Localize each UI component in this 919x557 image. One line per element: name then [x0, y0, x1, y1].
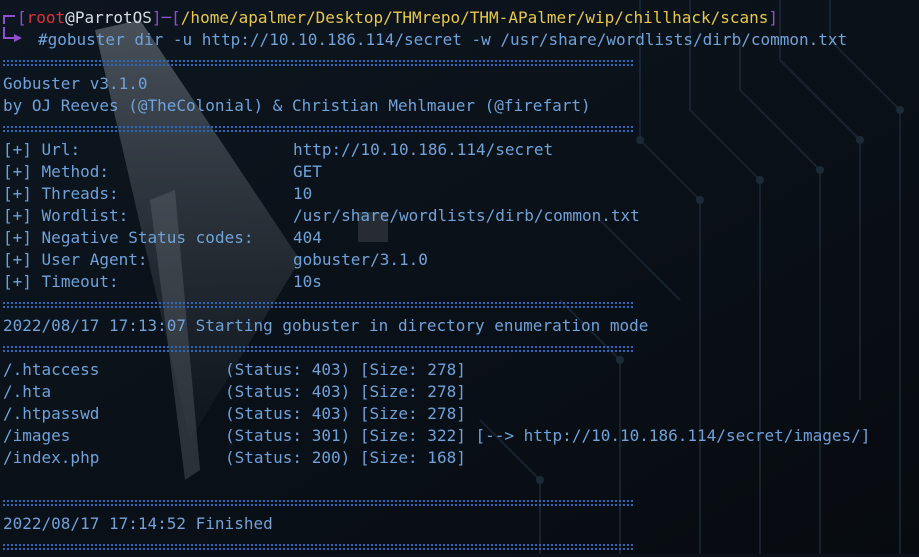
separator	[3, 491, 919, 513]
result-redirect: [--> http://10.10.186.114/secret/images/…	[475, 426, 871, 445]
terminal-output: [root@ParrotOS]─[/home/apalmer/Desktop/T…	[3, 7, 919, 557]
result-size: [Size: 322]	[359, 426, 466, 445]
config-value: gobuster/3.1.0	[293, 250, 428, 269]
result-size: [Size: 278]	[359, 404, 466, 423]
banner-credits: by OJ Reeves (@TheColonial) & Christian …	[3, 96, 591, 115]
result-path: /.hta	[3, 382, 52, 401]
prompt-dash: ─	[161, 8, 172, 27]
result-path: /index.php	[3, 448, 100, 467]
result-status: (Status: 403)	[225, 360, 351, 379]
prompt-host: ParrotOS	[74, 8, 152, 27]
config-row: [+] Timeout: 10s	[3, 272, 322, 291]
config-value: 10s	[293, 272, 322, 291]
result-size: [Size: 278]	[359, 360, 466, 379]
banner-title: Gobuster v3.1.0	[3, 74, 148, 93]
config-row: [+] Negative Status codes: 404	[3, 228, 322, 247]
command-text: #gobuster dir -u http://10.10.186.114/se…	[38, 30, 848, 49]
config-key: Negative Status codes:	[41, 228, 254, 247]
result-row: /index.php (Status: 200) [Size: 168]	[3, 447, 919, 469]
result-size: [Size: 168]	[359, 448, 466, 467]
config-key: Method:	[41, 162, 109, 181]
result-path: /images	[3, 426, 71, 445]
separator	[3, 117, 919, 139]
result-path: /.htpasswd	[3, 404, 100, 423]
result-size: [Size: 278]	[359, 382, 466, 401]
result-row: /.htaccess (Status: 403) [Size: 278]	[3, 359, 919, 381]
separator	[3, 51, 919, 73]
config-row: [+] Threads: 10	[3, 184, 313, 203]
result-status: (Status: 301)	[225, 426, 351, 445]
config-key: Wordlist:	[41, 206, 129, 225]
result-path: /.htaccess	[3, 360, 100, 379]
prompt-line: [root@ParrotOS]─[/home/apalmer/Desktop/T…	[3, 7, 919, 29]
config-key: User Agent:	[41, 250, 148, 269]
config-key: Threads:	[41, 184, 119, 203]
config-value: /usr/share/wordlists/dirb/common.txt	[293, 206, 640, 225]
config-value: GET	[293, 162, 322, 181]
result-row: /.hta (Status: 403) [Size: 278]	[3, 381, 919, 403]
prompt-at: @	[65, 8, 75, 27]
config-row: [+] User Agent: gobuster/3.1.0	[3, 250, 428, 269]
prompt-path: /home/apalmer/Desktop/THMrepo/THM-APalme…	[180, 8, 769, 27]
result-status: (Status: 403)	[225, 382, 351, 401]
prompt-user: root	[26, 8, 66, 27]
config-row: [+] Method: GET	[3, 162, 322, 181]
prompt-frame-corner-icon	[3, 15, 15, 24]
config-key: Url:	[41, 140, 81, 159]
config-value: http://10.10.186.114/secret	[293, 140, 554, 159]
start-message: 2022/08/17 17:13:07 Starting gobuster in…	[3, 316, 649, 335]
prompt-arrow-icon	[14, 34, 22, 42]
config-key: Timeout:	[41, 272, 119, 291]
config-value: 10	[293, 184, 313, 203]
command-line: #gobuster dir -u http://10.10.186.114/se…	[3, 27, 919, 51]
separator	[3, 293, 919, 315]
result-row: /.htpasswd (Status: 403) [Size: 278]	[3, 403, 919, 425]
config-value: 404	[293, 228, 322, 247]
config-row: [+] Url: http://10.10.186.114/secret	[3, 140, 554, 159]
result-status: (Status: 200)	[225, 448, 351, 467]
separator	[3, 337, 919, 359]
finish-message: 2022/08/17 17:14:52 Finished	[3, 514, 273, 533]
config-row: [+] Wordlist:/usr/share/wordlists/dirb/c…	[3, 206, 640, 225]
result-status: (Status: 403)	[225, 404, 351, 423]
result-row: /images (Status: 301) [Size: 322] [--> ht…	[3, 425, 919, 447]
